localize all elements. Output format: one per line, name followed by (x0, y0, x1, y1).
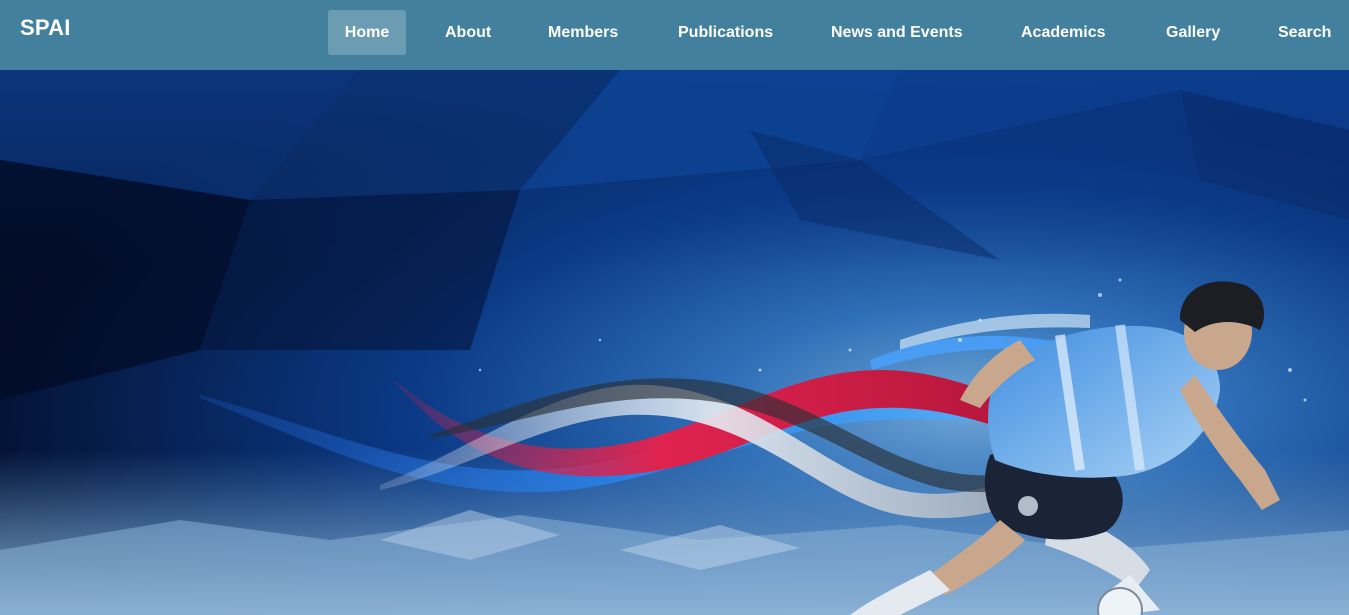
page: SPAI Home About Members Publications New… (0, 0, 1349, 615)
nav-news-and-events[interactable]: News and Events (817, 10, 977, 55)
nav-home[interactable]: Home (328, 10, 406, 55)
nav-search[interactable]: Search (1264, 10, 1345, 55)
nav-publications[interactable]: Publications (664, 10, 787, 55)
nav-gallery[interactable]: Gallery (1152, 10, 1234, 55)
nav-about[interactable]: About (431, 10, 505, 55)
hero-image (0, 70, 1349, 615)
nav-academics[interactable]: Academics (1007, 10, 1120, 55)
hero-banner (0, 70, 1349, 615)
nav-members[interactable]: Members (534, 10, 632, 55)
navbar: SPAI Home About Members Publications New… (0, 0, 1349, 70)
site-logo[interactable]: SPAI (20, 14, 71, 42)
